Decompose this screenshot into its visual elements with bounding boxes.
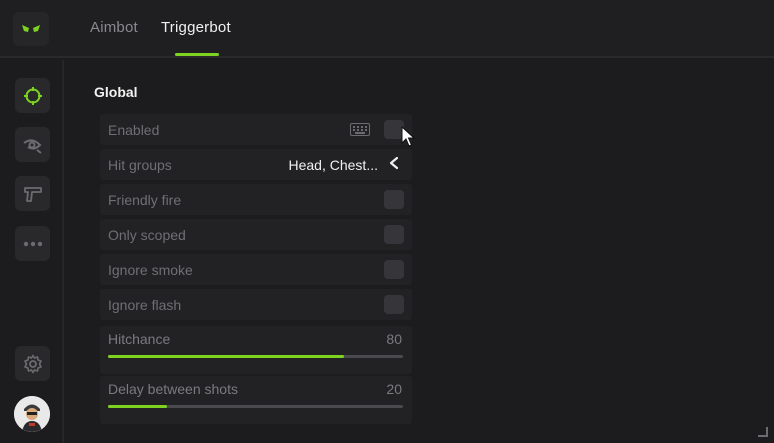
resize-grip[interactable] (758, 427, 768, 437)
settings-button[interactable] (15, 346, 50, 381)
option-friendly-fire: Friendly fire (100, 184, 412, 215)
main-panel: Global Enabled Hit groups Head, Chest...… (66, 60, 774, 443)
sidebar (0, 60, 64, 443)
tab-aimbot[interactable]: Aimbot (90, 19, 138, 36)
option-label: Friendly fire (108, 192, 182, 208)
chevron-left-icon[interactable] (388, 156, 400, 170)
option-hit-groups[interactable]: Hit groups Head, Chest... (100, 149, 412, 180)
mouse-cursor-icon (401, 126, 415, 147)
tab-triggerbot[interactable]: Triggerbot (161, 19, 231, 36)
slider-label: Hitchance (108, 331, 171, 347)
keyboard-icon[interactable] (350, 123, 370, 136)
avatar-character-icon (14, 396, 50, 432)
sidebar-item-visuals[interactable] (15, 127, 50, 162)
ignore-smoke-checkbox[interactable] (384, 260, 404, 279)
slider-delay-between-shots: Delay between shots 20 (100, 376, 412, 424)
hit-groups-value[interactable]: Head, Chest... (289, 157, 379, 173)
sidebar-item-more[interactable] (15, 226, 50, 261)
delay-slider[interactable] (108, 405, 403, 408)
top-bar: Aimbot Triggerbot (0, 0, 774, 58)
eye-icon (22, 138, 42, 154)
active-tab-indicator (175, 53, 219, 56)
option-label: Enabled (108, 122, 160, 138)
ignore-flash-checkbox[interactable] (384, 295, 404, 314)
avatar[interactable] (14, 396, 50, 432)
option-label: Hit groups (108, 157, 172, 173)
slider-label: Delay between shots (108, 381, 238, 397)
option-enabled: Enabled (100, 114, 412, 145)
crosshair-icon (23, 86, 42, 105)
slider-hitchance: Hitchance 80 (100, 326, 412, 374)
friendly-fire-checkbox[interactable] (384, 190, 404, 209)
option-only-scoped: Only scoped (100, 219, 412, 250)
section-title: Global (94, 84, 138, 100)
gear-icon (23, 354, 42, 373)
sidebar-item-aim[interactable] (15, 78, 50, 113)
hitchance-slider[interactable] (108, 355, 403, 358)
option-ignore-smoke: Ignore smoke (100, 254, 412, 285)
sidebar-item-weapons[interactable] (15, 176, 50, 211)
logo-eyes-icon (22, 25, 40, 32)
option-ignore-flash: Ignore flash (100, 289, 412, 320)
option-label: Ignore smoke (108, 262, 193, 278)
slider-value: 80 (386, 331, 402, 347)
pistol-icon (23, 186, 42, 202)
slider-fill (108, 355, 344, 358)
only-scoped-checkbox[interactable] (384, 225, 404, 244)
app-logo (13, 12, 49, 46)
option-label: Only scoped (108, 227, 186, 243)
option-label: Ignore flash (108, 297, 182, 313)
more-icon (23, 241, 42, 246)
slider-fill (108, 405, 167, 408)
slider-value: 20 (386, 381, 402, 397)
